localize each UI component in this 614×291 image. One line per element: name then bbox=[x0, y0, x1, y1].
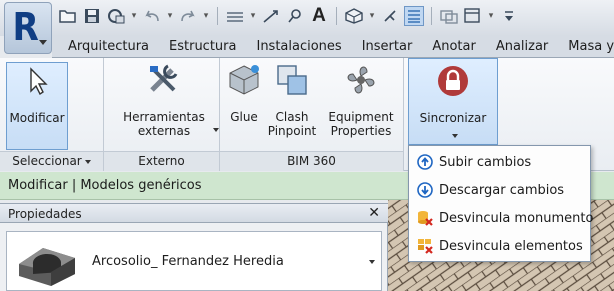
panel-footer-bim360: BIM 360 bbox=[220, 151, 403, 171]
measure-icon[interactable] bbox=[225, 6, 245, 26]
properties-header: Propiedades ✕ bbox=[0, 203, 388, 223]
ribbon-tabs: Arquitectura Estructura Instalaciones In… bbox=[52, 36, 614, 58]
chevron-down-icon bbox=[84, 159, 91, 164]
properties-palette: Arcosolio_ Fernandez Heredia bbox=[0, 223, 388, 291]
clash-label: Clash Pinpoint bbox=[267, 110, 317, 138]
panel-externo: Herramientas externas Externo bbox=[104, 58, 220, 171]
sync-lock-icon bbox=[435, 63, 471, 99]
dimension-icon[interactable] bbox=[261, 6, 281, 26]
external-tools-button[interactable]: Herramientas externas bbox=[114, 62, 214, 138]
tab-insertar[interactable]: Insertar bbox=[352, 39, 423, 54]
panel-seleccionar: Modificar Seleccionar bbox=[0, 58, 104, 171]
fan-icon bbox=[343, 62, 379, 98]
open-icon[interactable] bbox=[58, 6, 78, 26]
text-icon[interactable]: A bbox=[309, 6, 329, 26]
close-icon[interactable]: ✕ bbox=[368, 205, 380, 221]
switch-windows-dropdown-icon[interactable]: ▾ bbox=[487, 6, 495, 26]
customize-icon[interactable] bbox=[499, 6, 519, 26]
tab-analizar[interactable]: Analizar bbox=[486, 39, 558, 54]
external-tools-label: Herramientas externas bbox=[123, 110, 205, 138]
equipment-properties-button[interactable]: Equipment Properties bbox=[320, 62, 402, 138]
save-icon[interactable] bbox=[82, 6, 102, 26]
panel-bim360: Glue Clash Pinpoint Equipment Properties… bbox=[220, 58, 404, 171]
equipment-label: Equipment Properties bbox=[328, 110, 394, 138]
upload-circle-icon bbox=[417, 154, 433, 170]
modify-button[interactable]: Modificar bbox=[6, 62, 68, 150]
cursor-arrow-icon bbox=[19, 63, 55, 99]
sync-menu: Subir cambios Descargar cambios Desvincu… bbox=[408, 145, 593, 262]
3d-view-icon[interactable] bbox=[344, 6, 364, 26]
sync-label: Sincronizar bbox=[419, 111, 487, 125]
quick-access-toolbar: ▾ ▾ ▾ ▾ A ▾ ▾ bbox=[0, 0, 614, 36]
panel-footer-seleccionar[interactable]: Seleccionar bbox=[0, 151, 103, 171]
app-logo: R bbox=[12, 5, 39, 49]
modify-label: Modificar bbox=[9, 111, 65, 125]
toolbar-separator bbox=[336, 7, 337, 25]
sync-icon[interactable] bbox=[106, 6, 126, 26]
close-windows-icon[interactable] bbox=[439, 6, 459, 26]
application-menu-button[interactable]: R bbox=[4, 2, 52, 54]
glue-cube-icon bbox=[226, 62, 262, 98]
panel-footer-externo: Externo bbox=[104, 151, 219, 171]
menu-item-download[interactable]: Descargar cambios bbox=[409, 178, 590, 202]
chevron-down-icon bbox=[213, 128, 219, 132]
sync-button[interactable]: Sincronizar bbox=[408, 58, 498, 145]
menu-item-upload[interactable]: Subir cambios bbox=[409, 150, 590, 174]
section-icon[interactable] bbox=[380, 6, 400, 26]
toolbar-separator bbox=[431, 7, 432, 25]
chevron-down-icon bbox=[369, 260, 375, 264]
clash-boxes-icon bbox=[274, 62, 310, 98]
context-bar-text: Modificar | Modelos genéricos bbox=[8, 178, 202, 193]
menu-item-unlink-monument[interactable]: Desvincula monumento bbox=[409, 206, 593, 230]
chevron-down-icon bbox=[39, 40, 47, 45]
tab-arquitectura[interactable]: Arquitectura bbox=[52, 39, 159, 54]
redo-icon[interactable] bbox=[178, 6, 198, 26]
tab-instalaciones[interactable]: Instalaciones bbox=[246, 39, 351, 54]
3d-view-dropdown-icon[interactable]: ▾ bbox=[368, 6, 376, 26]
properties-title: Propiedades bbox=[8, 207, 82, 221]
family-thumbnail bbox=[13, 234, 83, 288]
glue-label: Glue bbox=[230, 110, 258, 124]
tab-masa[interactable]: Masa y bbox=[558, 39, 614, 54]
unlink-elements-icon bbox=[417, 238, 433, 254]
chevron-down-icon bbox=[451, 133, 458, 138]
tab-estructura[interactable]: Estructura bbox=[159, 39, 246, 54]
toolbar-separator bbox=[217, 7, 218, 25]
measure-dropdown-icon[interactable]: ▾ bbox=[249, 6, 257, 26]
switch-windows-icon[interactable] bbox=[463, 6, 483, 26]
redo-dropdown-icon[interactable]: ▾ bbox=[202, 6, 210, 26]
tag-icon[interactable] bbox=[285, 6, 305, 26]
glue-button[interactable]: Glue bbox=[224, 62, 264, 124]
type-selector[interactable]: Arcosolio_ Fernandez Heredia bbox=[6, 231, 382, 291]
undo-dropdown-icon[interactable]: ▾ bbox=[166, 6, 174, 26]
tab-anotar[interactable]: Anotar bbox=[422, 39, 486, 54]
download-circle-icon bbox=[417, 182, 433, 198]
unlink-database-icon bbox=[417, 210, 433, 226]
type-name: Arcosolio_ Fernandez Heredia bbox=[92, 254, 284, 269]
thin-lines-icon[interactable] bbox=[404, 6, 424, 26]
menu-item-unlink-elements[interactable]: Desvincula elementos bbox=[409, 234, 590, 258]
sync-dropdown-icon[interactable]: ▾ bbox=[130, 6, 138, 26]
clash-pinpoint-button[interactable]: Clash Pinpoint bbox=[266, 62, 318, 138]
undo-icon[interactable] bbox=[142, 6, 162, 26]
tools-icon bbox=[146, 62, 182, 98]
